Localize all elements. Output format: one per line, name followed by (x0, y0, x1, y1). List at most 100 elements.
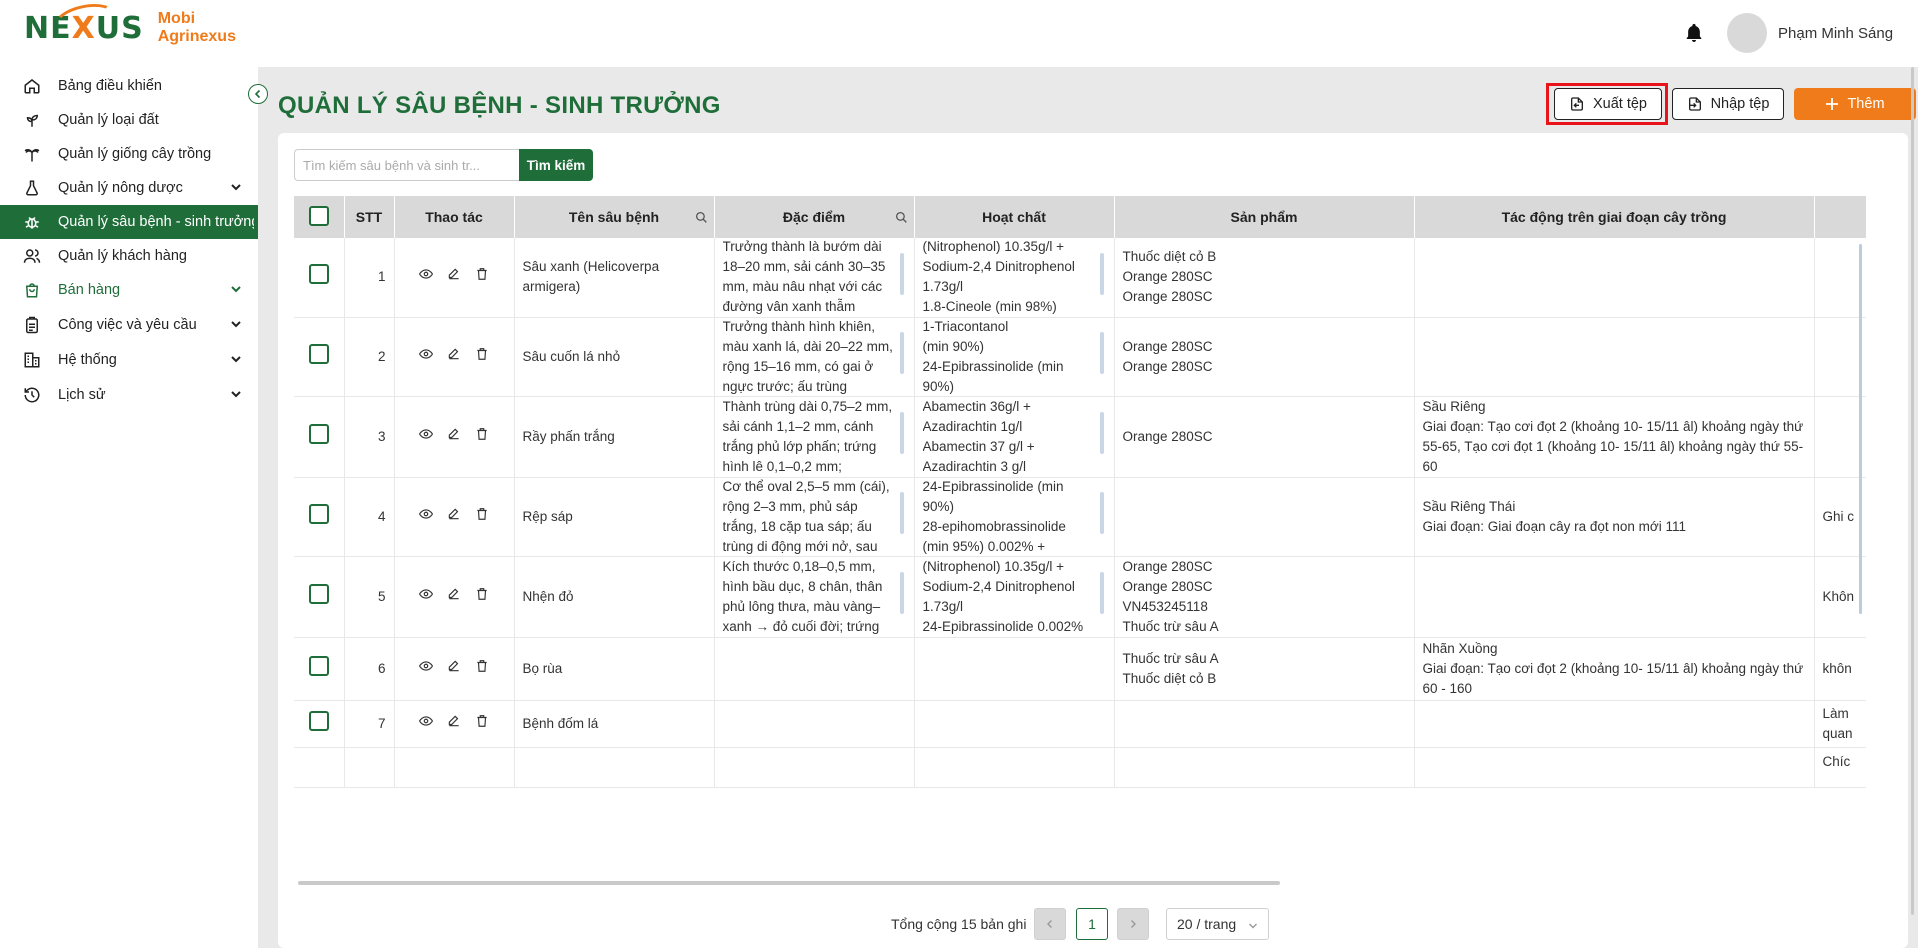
delete-icon[interactable] (475, 714, 489, 734)
delete-icon[interactable] (475, 507, 489, 527)
search-button[interactable]: Tìm kiếm (519, 149, 593, 181)
row-actions (403, 714, 506, 734)
table-vertical-scrollbar[interactable] (1859, 244, 1862, 614)
cell-feature-clip[interactable]: Trưởng thành hình khiên, màu xanh lá, dà… (723, 318, 906, 395)
delete-icon[interactable] (475, 267, 489, 287)
cell-active-clip[interactable]: (Nitrophenol) 10.35g/l + Sodium-2,4 Dini… (923, 239, 1106, 316)
view-icon[interactable] (418, 714, 434, 734)
select-all-checkbox[interactable] (308, 205, 329, 226)
column-search-icon[interactable] (695, 211, 708, 224)
notification-bell-icon[interactable] (1683, 20, 1705, 46)
delete-icon[interactable] (475, 347, 489, 367)
edit-icon[interactable] (447, 659, 461, 679)
column-header-name[interactable]: Tên sâu bệnh (514, 196, 715, 238)
column-header-feature[interactable]: Đặc điểm (714, 196, 915, 238)
delete-icon[interactable] (475, 427, 489, 447)
table-row[interactable]: 1 Sâu xanh (Helicoverpa armigera) Trưởng t… (294, 238, 1866, 318)
edit-icon[interactable] (447, 507, 461, 527)
edit-icon[interactable] (447, 427, 461, 447)
brand-logo[interactable]: NEXUS Mobi Agrinexus (24, 0, 236, 46)
sidebar-item-crop-varieties[interactable]: Quản lý giống cây trồng (0, 137, 258, 171)
pagination-next-button[interactable] (1117, 908, 1149, 940)
edit-icon[interactable] (447, 587, 461, 607)
sidebar-item-customers[interactable]: Quản lý khách hàng (0, 239, 258, 273)
edit-icon[interactable] (447, 267, 461, 287)
view-icon[interactable] (418, 267, 434, 287)
cell-actions (394, 477, 515, 557)
cell-scrollbar[interactable] (899, 492, 904, 534)
view-icon[interactable] (418, 347, 434, 367)
sidebar-item-label: Công việc và yêu cầu (58, 317, 197, 333)
cell-feature-clip[interactable]: Cơ thể oval 2,5–5 mm (cái), rộng 2–3 mm,… (723, 478, 906, 555)
row-checkbox[interactable] (308, 503, 329, 524)
table-row[interactable]: Chíc (294, 747, 1866, 788)
sidebar-item-sales[interactable]: Bán hàng (0, 273, 258, 307)
pagination-prev-button[interactable] (1034, 908, 1066, 940)
page-vertical-scrollbar[interactable] (1911, 67, 1914, 915)
horizontal-scrollbar[interactable] (298, 881, 1280, 885)
cell-scrollbar[interactable] (1099, 572, 1104, 614)
row-checkbox[interactable] (308, 583, 329, 604)
delete-icon[interactable] (475, 587, 489, 607)
sidebar-item-dashboard[interactable]: Bảng điều khiển (0, 69, 258, 103)
view-icon[interactable] (418, 427, 434, 447)
cell-scrollbar[interactable] (899, 412, 904, 454)
cell-active-clip[interactable]: (Nitrophenol) 10.35g/l + Sodium-2,4 Dini… (923, 558, 1106, 635)
table-row[interactable]: 3 Rầy phấn trắng Thành trùng dài 0,75–2 mm… (294, 396, 1866, 478)
column-header-active-ingredient[interactable]: Hoạt chất (914, 196, 1115, 238)
cell-empty (394, 747, 515, 788)
row-checkbox[interactable] (308, 655, 329, 676)
row-checkbox[interactable] (308, 264, 329, 285)
cell-scrollbar[interactable] (899, 332, 904, 374)
row-checkbox[interactable] (308, 343, 329, 364)
sidebar-item-history[interactable]: Lịch sử (0, 378, 258, 412)
cell-scrollbar[interactable] (899, 572, 904, 614)
cell-product: Orange 280SC Orange 280SC (1114, 317, 1415, 397)
table-row[interactable]: 2 Sâu cuốn lá nhỏ Trưởng thành hình khiên,… (294, 317, 1866, 397)
page-size-select[interactable]: 20 / trang (1166, 908, 1269, 940)
user-name[interactable]: Phạm Minh Sáng (1778, 25, 1893, 42)
sidebar-item-pests[interactable]: Quản lý sâu bệnh - sinh trưởng (0, 205, 258, 239)
edit-icon[interactable] (447, 347, 461, 367)
table-row[interactable]: 5 Nhện đỏ Kích thước 0,18–0,5 mm, hình bầu… (294, 556, 1866, 638)
cell-active-clip[interactable]: 24-Epibrassinolide (min 90%) 28-epihomob… (923, 478, 1106, 555)
column-search-icon[interactable] (895, 211, 908, 224)
cell-active: Abamectin 36g/l + Azadirachtin 1g/l Abam… (914, 396, 1115, 478)
column-header-stt[interactable]: STT (344, 196, 395, 238)
view-icon[interactable] (418, 507, 434, 527)
cell-scrollbar[interactable] (1099, 492, 1104, 534)
sidebar-item-system[interactable]: Hệ thống (0, 343, 258, 377)
cell-feature-clip[interactable]: Trưởng thành là bướm dài 18–20 mm, sải c… (723, 239, 906, 316)
cell-scrollbar[interactable] (1099, 412, 1104, 454)
sidebar-item-pesticides[interactable]: Quản lý nông dược (0, 171, 258, 205)
edit-icon[interactable] (447, 714, 461, 734)
cell-feature-clip[interactable]: Kích thước 0,18–0,5 mm, hình bầu dục, 8 … (723, 558, 906, 635)
row-checkbox[interactable] (308, 710, 329, 731)
cell-active-clip[interactable]: 1-Triacontanol (min 90%) 24-Epibrassinol… (923, 318, 1106, 395)
view-icon[interactable] (418, 587, 434, 607)
view-icon[interactable] (418, 659, 434, 679)
cell-scrollbar[interactable] (1099, 332, 1104, 374)
table-row[interactable]: 6 Bọ rùa Thuốc trừ sâu A Thuốc diệt cỏ B Nh… (294, 637, 1866, 701)
column-header-product[interactable]: Sản phẩm (1114, 196, 1415, 238)
cell-scrollbar[interactable] (899, 252, 904, 295)
cell-scrollbar[interactable] (1099, 252, 1104, 295)
table-row[interactable]: 7 Bệnh đốm lá Làm quan (294, 700, 1866, 748)
table-row[interactable]: 4 Rệp sáp Cơ thể oval 2,5–5 mm (cái), rộng… (294, 477, 1866, 557)
cell-feature-clip[interactable]: Thành trùng dài 0,75–2 mm, sải cánh 1,1–… (723, 398, 906, 475)
search-input[interactable] (294, 149, 520, 181)
import-button[interactable]: Nhập tệp (1672, 88, 1784, 120)
sidebar-collapse-button[interactable] (248, 84, 268, 104)
add-button[interactable]: Thêm (1794, 88, 1916, 120)
sidebar-item-soil[interactable]: Quản lý loại đất (0, 103, 258, 137)
row-actions (403, 507, 506, 527)
cell-active-clip[interactable]: Abamectin 36g/l + Azadirachtin 1g/l Abam… (923, 398, 1106, 475)
user-avatar[interactable] (1727, 13, 1767, 53)
building-icon (22, 350, 42, 370)
pagination-page-1[interactable]: 1 (1076, 908, 1108, 940)
cell-feature (714, 637, 915, 701)
sidebar-item-tasks[interactable]: Công việc và yêu cầu (0, 308, 258, 342)
row-checkbox[interactable] (308, 423, 329, 444)
delete-icon[interactable] (475, 659, 489, 679)
column-header-impact[interactable]: Tác động trên giai đoạn cây trồng (1414, 196, 1815, 238)
